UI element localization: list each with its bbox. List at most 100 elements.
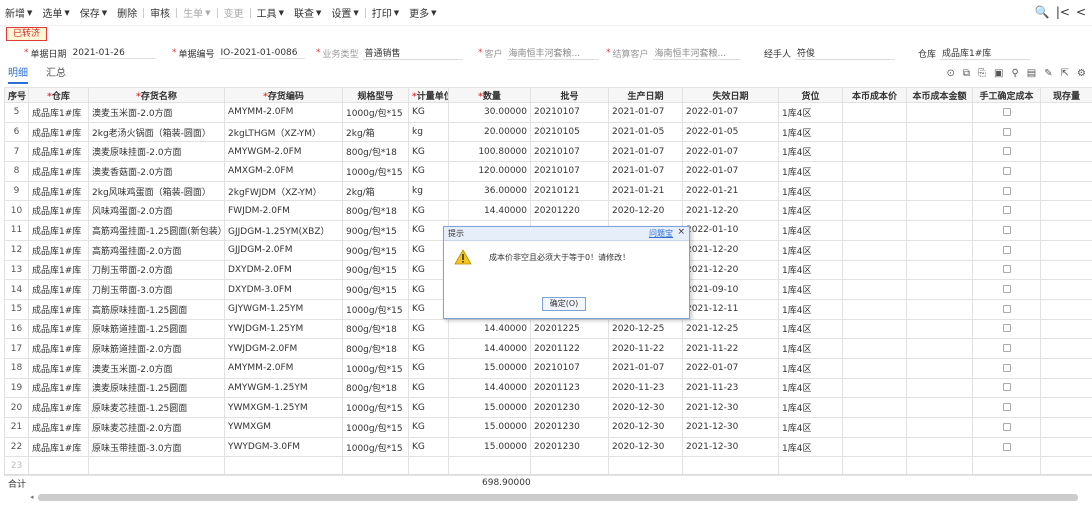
table-cell[interactable] <box>842 200 907 222</box>
location-icon[interactable]: ⊙ <box>946 68 954 79</box>
table-cell[interactable]: 2022-01-07 <box>682 102 779 123</box>
change-button[interactable]: 变更 <box>219 0 249 26</box>
manual-cost-checkbox[interactable] <box>1002 422 1011 431</box>
biz-type-select[interactable]: 普通销售 <box>362 46 463 60</box>
table-cell[interactable]: AMYWGM-1.25YM <box>224 377 343 399</box>
table-cell[interactable] <box>906 200 973 222</box>
table-cell[interactable]: 2022-01-10 <box>682 220 779 241</box>
table-cell[interactable] <box>842 279 907 300</box>
table-cell[interactable]: 2021-11-22 <box>682 338 779 359</box>
col-header[interactable]: 批号 <box>530 87 609 103</box>
table-cell[interactable]: YWMXGM-1.25YM <box>224 397 343 418</box>
table-cell[interactable]: 800g/包*18 <box>342 377 409 399</box>
table-cell[interactable] <box>842 397 907 418</box>
table-cell[interactable]: 成品库1#库 <box>28 180 89 202</box>
table-cell[interactable]: 1库4区 <box>778 161 843 182</box>
table-cell[interactable]: 2022-01-21 <box>682 180 779 202</box>
table-cell[interactable]: 1库4区 <box>778 298 843 320</box>
table-row[interactable]: 21 成品库1#库 原味麦芯挂面-2.0方面 YWMXGM 1000g/包*15 KG 15… <box>4 417 1092 438</box>
table-cell[interactable]: 2021-12-30 <box>682 436 779 458</box>
table-cell[interactable]: 成品库1#库 <box>28 200 89 222</box>
manual-cost-checkbox[interactable] <box>1002 186 1011 195</box>
table-cell[interactable] <box>842 141 907 163</box>
tab-detail[interactable]: 明细 <box>8 64 28 84</box>
table-cell[interactable]: 2020-12-25 <box>608 318 683 340</box>
col-header[interactable]: *存货名称 <box>88 87 225 103</box>
table-cell[interactable] <box>1040 338 1092 359</box>
manual-cost-cell[interactable] <box>972 417 1041 438</box>
table-cell[interactable]: AMYWGM-2.0FM <box>224 141 343 163</box>
table-cell[interactable]: 1库4区 <box>778 220 843 241</box>
table-cell[interactable] <box>842 121 907 143</box>
table-cell[interactable]: 20210121 <box>530 180 609 202</box>
table-cell[interactable]: 2021-01-07 <box>608 102 683 123</box>
table-cell[interactable]: 2021-12-20 <box>682 259 779 281</box>
manual-cost-cell[interactable] <box>972 318 1041 340</box>
table-cell[interactable]: 成品库1#库 <box>28 417 89 438</box>
table-row[interactable]: 8 成品库1#库 澳麦香菇面-2.0方面 AMXGM-2.0FM 1000g/包*15 K… <box>4 161 1092 182</box>
manual-cost-cell[interactable] <box>972 161 1041 182</box>
table-cell[interactable]: 2021-01-07 <box>608 161 683 182</box>
table-cell[interactable] <box>1040 357 1092 379</box>
table-cell[interactable]: 刀削玉带面-3.0方面 <box>88 279 225 300</box>
table-cell[interactable]: 2022-01-07 <box>682 357 779 379</box>
table-cell[interactable]: 20201230 <box>530 397 609 418</box>
table-cell[interactable]: kg <box>408 180 449 202</box>
table-cell[interactable]: 9 <box>4 180 29 202</box>
new-button[interactable]: 新增 ▼ <box>0 0 37 26</box>
table-cell[interactable]: 20.00000 <box>448 121 531 143</box>
manual-cost-cell[interactable] <box>972 102 1041 123</box>
table-cell[interactable]: 1000g/包*15 <box>342 397 409 418</box>
table-cell[interactable]: YWJDGM-1.25YM <box>224 318 343 340</box>
table-cell[interactable]: 2021-09-10 <box>682 279 779 300</box>
table-cell[interactable]: YWJDGM-2.0FM <box>224 338 343 359</box>
table-cell[interactable]: 20210107 <box>530 161 609 182</box>
table-cell[interactable]: 原味筋道挂面-2.0方面 <box>88 338 225 359</box>
table-cell[interactable] <box>906 141 973 163</box>
table-cell[interactable] <box>842 338 907 359</box>
table-cell[interactable]: 2020-12-30 <box>608 417 683 438</box>
table-cell[interactable] <box>906 161 973 182</box>
table-cell[interactable]: 7 <box>4 141 29 163</box>
table-cell[interactable]: 900g/包*15 <box>342 279 409 300</box>
table-cell[interactable]: 2021-01-05 <box>608 121 683 143</box>
copy-icon[interactable]: ⧉ <box>963 68 970 79</box>
col-header[interactable]: 货位 <box>778 87 843 103</box>
table-cell[interactable]: 2022-01-07 <box>682 161 779 182</box>
table-cell[interactable]: 澳麦玉米面-2.0方面 <box>88 102 225 123</box>
warehouse-input[interactable]: 成品库1#库 <box>940 46 1031 60</box>
save-button[interactable]: 保存 ▼ <box>75 0 112 26</box>
table-cell[interactable]: FWJDM-2.0FM <box>224 200 343 222</box>
table-cell[interactable]: 2kg老汤火锅面（箱装-圆面） <box>88 121 225 143</box>
table-cell[interactable] <box>1040 121 1092 143</box>
col-header[interactable]: 生产日期 <box>608 87 683 103</box>
table-cell[interactable]: AMYMM-2.0FM <box>224 357 343 379</box>
table-cell[interactable] <box>1040 318 1092 340</box>
table-cell[interactable]: 800g/包*18 <box>342 141 409 163</box>
table-cell[interactable] <box>1040 279 1092 300</box>
table-cell[interactable]: 20201122 <box>530 338 609 359</box>
manual-cost-cell[interactable] <box>972 239 1041 261</box>
table-cell[interactable] <box>842 436 907 458</box>
table-cell[interactable]: 2021-11-23 <box>682 377 779 399</box>
table-cell[interactable]: 1库4区 <box>778 102 843 123</box>
table-cell[interactable]: 16 <box>4 318 29 340</box>
table-cell[interactable]: 原味麦芯挂面-2.0方面 <box>88 417 225 438</box>
table-cell[interactable]: 800g/包*18 <box>342 338 409 359</box>
table-cell[interactable]: 原味筋道挂面-1.25圆面 <box>88 318 225 340</box>
table-cell[interactable]: 15 <box>4 298 29 320</box>
table-cell[interactable]: 成品库1#库 <box>28 220 89 241</box>
table-cell[interactable] <box>906 338 973 359</box>
table-cell[interactable]: 1000g/包*15 <box>342 298 409 320</box>
columns-icon[interactable]: ▤ <box>1027 68 1036 79</box>
manual-cost-cell[interactable] <box>972 121 1041 143</box>
col-header[interactable]: *数量 <box>448 87 531 103</box>
table-cell[interactable]: 20201123 <box>530 377 609 399</box>
table-cell[interactable]: 6 <box>4 121 29 143</box>
manual-cost-checkbox[interactable] <box>1002 147 1011 156</box>
table-cell[interactable]: 成品库1#库 <box>28 259 89 281</box>
table-cell[interactable]: 20201220 <box>530 200 609 222</box>
table-row[interactable]: 22 成品库1#库 原味玉带挂面-3.0方面 YWYDGM-3.0FM 1000g/包*… <box>4 436 1092 458</box>
table-cell[interactable] <box>1040 377 1092 399</box>
edit-icon[interactable]: ✎ <box>1044 68 1052 79</box>
